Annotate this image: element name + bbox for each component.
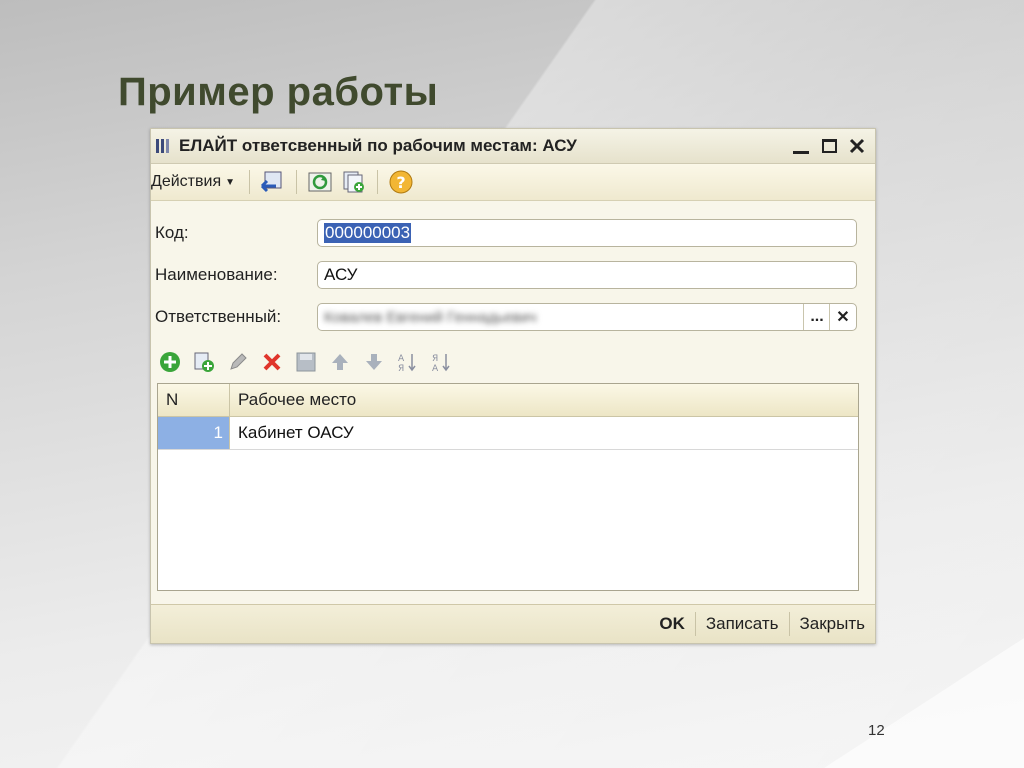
copy-row-button[interactable] — [193, 351, 215, 373]
refresh-icon — [308, 172, 332, 192]
save-and-close-button[interactable] — [260, 169, 286, 195]
copy-button[interactable] — [341, 169, 367, 195]
slide-background-corner — [824, 638, 1024, 768]
title-bar: ЕЛАЙТ ответсвенный по рабочим местам: АС… — [151, 129, 875, 164]
responsible-value: Ковалев Евгений Геннадьевич — [324, 308, 537, 326]
save-button[interactable]: Записать — [696, 611, 789, 637]
add-row-button[interactable] — [159, 351, 181, 373]
window-title: ЕЛАЙТ ответсвенный по рабочим местам: АС… — [179, 136, 577, 155]
delete-icon — [263, 353, 281, 371]
dialog-footer: OK Записать Закрыть — [151, 604, 875, 643]
save-row-icon — [296, 352, 316, 372]
maximize-icon — [821, 139, 837, 153]
ok-button[interactable]: OK — [649, 611, 695, 637]
svg-text:Я: Я — [398, 364, 404, 373]
end-edit-button[interactable] — [295, 351, 317, 373]
copy-row-icon — [194, 352, 214, 372]
name-value: АСУ — [324, 265, 358, 284]
row-number-cell[interactable]: 1 — [158, 417, 230, 449]
page-number: 12 — [868, 722, 885, 739]
table-header: N Рабочее место — [158, 384, 858, 417]
code-row: Код: 000000003 — [151, 217, 875, 249]
help-button[interactable]: ? — [388, 169, 414, 195]
minimize-button[interactable] — [787, 132, 815, 160]
responsible-row: Ответственный: Ковалев Евгений Геннадьев… — [151, 301, 875, 333]
responsible-field[interactable]: Ковалев Евгений Геннадьевич ... ✕ — [317, 303, 857, 331]
close-icon — [849, 138, 865, 154]
code-value: 000000003 — [324, 223, 412, 243]
workplaces-table: N Рабочее место 1 Кабинет ОАСУ — [157, 383, 859, 591]
toolbar: Действия ▼ ? — [151, 164, 875, 201]
workplace-cell[interactable]: Кабинет ОАСУ — [230, 417, 354, 449]
column-header-n[interactable]: N — [158, 384, 230, 416]
toolbar-separator — [377, 170, 379, 194]
help-icon: ? — [389, 170, 413, 194]
svg-text:Я: Я — [432, 354, 438, 364]
actions-menu-label: Действия — [151, 173, 222, 190]
close-window-button[interactable] — [843, 132, 871, 160]
dialog-window: ЕЛАЙТ ответсвенный по рабочим местам: АС… — [150, 128, 876, 644]
name-row: Наименование: АСУ — [151, 259, 875, 291]
refresh-button[interactable] — [307, 169, 333, 195]
toolbar-separator — [296, 170, 298, 194]
copy-icon — [343, 171, 365, 193]
toolbar-separator — [249, 170, 251, 194]
maximize-button[interactable] — [815, 132, 843, 160]
actions-menu[interactable]: Действия ▼ — [151, 173, 243, 191]
svg-text:А: А — [398, 354, 405, 364]
svg-text:?: ? — [396, 173, 405, 192]
edit-row-button[interactable] — [227, 351, 249, 373]
arrow-up-icon — [332, 354, 348, 370]
code-label: Код: — [155, 223, 189, 242]
move-down-button[interactable] — [363, 351, 385, 373]
minimize-icon — [793, 150, 809, 154]
save-and-close-icon — [260, 171, 282, 193]
arrow-down-icon — [366, 354, 382, 370]
responsible-label: Ответственный: — [155, 307, 282, 326]
move-up-button[interactable] — [329, 351, 351, 373]
sort-descending-icon: Я А — [432, 354, 450, 373]
svg-text:А: А — [432, 364, 439, 373]
pencil-icon — [230, 353, 247, 370]
column-header-workplace[interactable]: Рабочее место — [230, 384, 356, 416]
select-responsible-button[interactable]: ... — [803, 304, 830, 330]
name-label: Наименование: — [155, 265, 278, 284]
slide-title: Пример работы — [118, 70, 439, 114]
sort-descending-button[interactable]: Я А — [431, 351, 453, 373]
code-field[interactable]: 000000003 — [317, 219, 857, 247]
form-icon — [155, 138, 169, 154]
table-toolbar: А Я Я А — [159, 347, 465, 377]
close-button[interactable]: Закрыть — [790, 611, 875, 637]
table-row[interactable]: 1 Кабинет ОАСУ — [158, 417, 858, 450]
clear-responsible-button[interactable]: ✕ — [829, 304, 856, 330]
delete-row-button[interactable] — [261, 351, 283, 373]
chevron-down-icon: ▼ — [225, 176, 236, 188]
sort-ascending-icon: А Я — [398, 354, 416, 373]
sort-ascending-button[interactable]: А Я — [397, 351, 419, 373]
name-field[interactable]: АСУ — [317, 261, 857, 289]
add-icon — [160, 352, 180, 372]
